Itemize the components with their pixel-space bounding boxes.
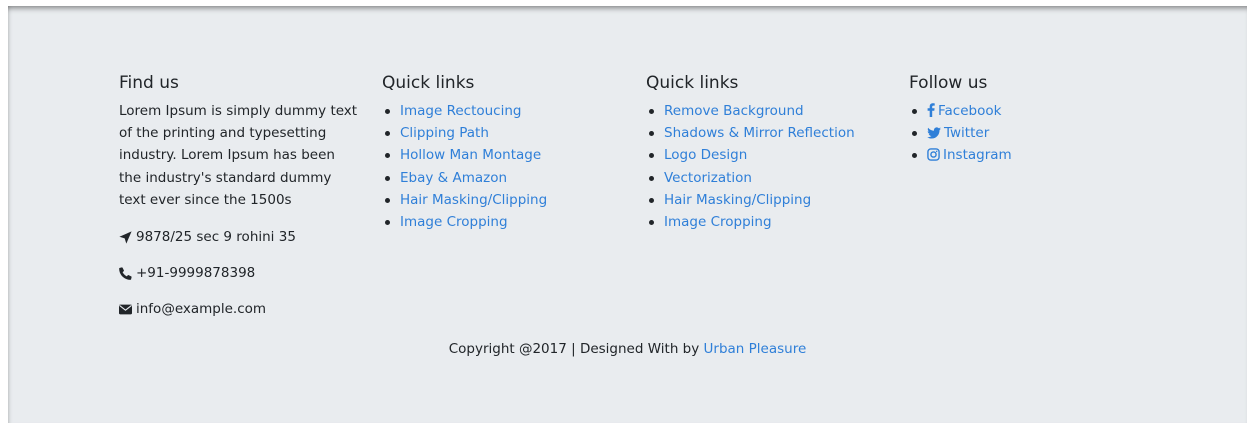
link-ebay-amazon[interactable]: Ebay & Amazon	[400, 170, 507, 186]
envelope-icon	[119, 304, 132, 314]
about-text: Lorem Ipsum is simply dummy text of the …	[119, 103, 358, 208]
copyright-text: Copyright @2017 | Designed With by	[448, 341, 700, 357]
link-image-retouching[interactable]: Image Rectoucing	[400, 103, 521, 119]
link-hair-masking[interactable]: Hair Masking/Clipping	[400, 192, 547, 208]
designer-link[interactable]: Urban Pleasure	[704, 341, 807, 357]
list-item: Image Cropping	[649, 211, 855, 233]
social-links-list: Facebook Twitter Instagram	[909, 100, 1012, 167]
facebook-label: Facebook	[938, 103, 1002, 119]
list-item: Shadows & Mirror Reflection	[649, 122, 855, 144]
instagram-icon	[927, 148, 940, 162]
link-image-cropping-2[interactable]: Image Cropping	[664, 214, 772, 230]
twitter-icon	[927, 127, 941, 139]
copyright-bar: Copyright @2017 | Designed With by Urban…	[8, 339, 1247, 359]
instagram-link[interactable]: Instagram	[927, 147, 1012, 163]
list-item: Hollow Man Montage	[384, 144, 547, 166]
list-item: Facebook	[912, 100, 1012, 122]
phone-text: +91-9999878398	[136, 265, 256, 282]
list-item: Remove Background	[649, 100, 855, 122]
link-shadows-mirror-reflection[interactable]: Shadows & Mirror Reflection	[664, 125, 855, 141]
list-item: Hair Masking/Clipping	[384, 189, 547, 211]
list-item: Clipping Path	[384, 122, 547, 144]
quick-links-heading-2: Quick links	[646, 73, 739, 93]
list-item: Twitter	[912, 122, 1012, 144]
link-image-cropping[interactable]: Image Cropping	[400, 214, 508, 230]
phone-icon	[119, 266, 132, 280]
site-footer: Find us Lorem Ipsum is simply dummy text…	[8, 6, 1247, 423]
address-text: 9878/25 sec 9 rohini 35	[136, 229, 296, 246]
list-item: Vectorization	[649, 167, 855, 189]
list-item: Instagram	[912, 144, 1012, 166]
follow-us-heading: Follow us	[909, 73, 988, 93]
address-line: 9878/25 sec 9 rohini 35	[119, 227, 359, 247]
link-remove-background[interactable]: Remove Background	[664, 103, 804, 119]
quick-links-list-1: Image Rectoucing Clipping Path Hollow Ma…	[382, 100, 547, 233]
find-us-heading: Find us	[119, 73, 179, 93]
facebook-link[interactable]: Facebook	[927, 103, 1001, 119]
list-item: Image Cropping	[384, 211, 547, 233]
quick-links-column-2: Quick links Remove Background Shadows & …	[646, 72, 855, 233]
quick-links-heading-1: Quick links	[382, 73, 475, 93]
list-item: Hair Masking/Clipping	[649, 189, 855, 211]
quick-links-column-1: Quick links Image Rectoucing Clipping Pa…	[382, 72, 547, 233]
twitter-link[interactable]: Twitter	[927, 125, 989, 141]
follow-us-column: Follow us Facebook Twitter Instagram	[909, 72, 1012, 167]
instagram-label: Instagram	[943, 147, 1012, 164]
link-hollow-man-montage[interactable]: Hollow Man Montage	[400, 147, 541, 163]
list-item: Ebay & Amazon	[384, 167, 547, 189]
email-line: info@example.com	[119, 299, 359, 319]
location-arrow-icon	[119, 230, 132, 244]
email-text: info@example.com	[136, 301, 267, 318]
link-clipping-path[interactable]: Clipping Path	[400, 125, 489, 141]
twitter-label: Twitter	[944, 125, 990, 142]
link-logo-design[interactable]: Logo Design	[664, 147, 747, 163]
list-item: Logo Design	[649, 144, 855, 166]
quick-links-list-2: Remove Background Shadows & Mirror Refle…	[646, 100, 855, 233]
link-hair-masking-2[interactable]: Hair Masking/Clipping	[664, 192, 811, 208]
link-vectorization[interactable]: Vectorization	[664, 170, 752, 186]
facebook-icon	[927, 103, 935, 117]
phone-line: +91-9999878398	[119, 263, 359, 283]
find-us-column: Find us Lorem Ipsum is simply dummy text…	[119, 72, 359, 319]
list-item: Image Rectoucing	[384, 100, 547, 122]
